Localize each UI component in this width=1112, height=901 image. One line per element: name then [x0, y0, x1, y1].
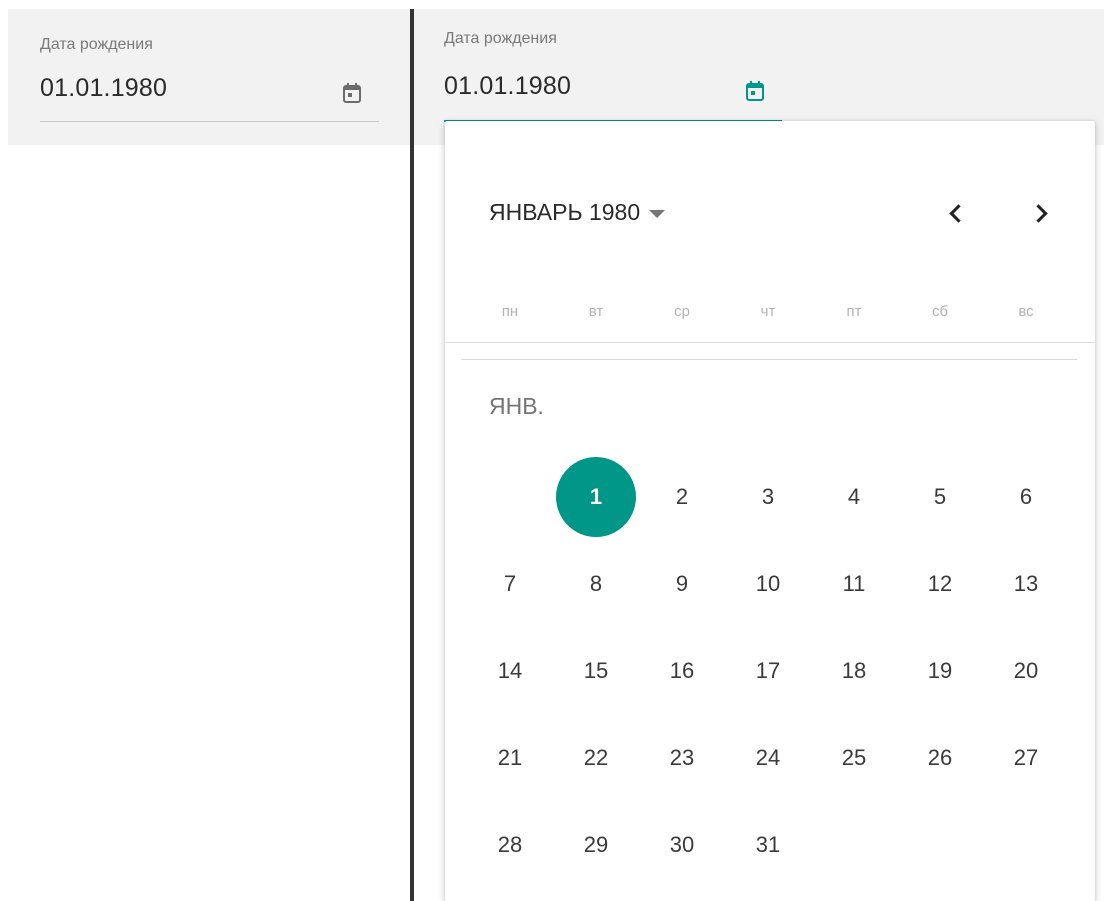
day-cell[interactable]: 6	[983, 453, 1069, 540]
day-cell[interactable]: 25	[811, 714, 897, 801]
field-underline	[40, 121, 379, 122]
day-cell[interactable]: 3	[725, 453, 811, 540]
day-cell[interactable]: 27	[983, 714, 1069, 801]
day-number[interactable]: 16	[642, 631, 722, 711]
day-cell[interactable]: 5	[897, 453, 983, 540]
day-number[interactable]: 17	[728, 631, 808, 711]
left-panel	[0, 0, 410, 901]
day-cell[interactable]: 14	[467, 627, 553, 714]
day-number[interactable]: 28	[470, 805, 550, 885]
day-cell[interactable]: 2	[639, 453, 725, 540]
day-cell[interactable]: 10	[725, 540, 811, 627]
days-grid: 1 2 3 4 5 6 7 8 9 10 11 12 13 14 15 16 17 18 19 20 21 22 23 24 2…	[467, 453, 1073, 888]
month-short-label: ЯНВ.	[489, 393, 544, 419]
day-cell[interactable]: 11	[811, 540, 897, 627]
weekday-header-row: пн вт ср чт пт сб вс	[467, 303, 1073, 320]
day-cell[interactable]: 17	[725, 627, 811, 714]
day-cell[interactable]: 20	[983, 627, 1069, 714]
chevron-right-icon	[1028, 203, 1048, 223]
day-number[interactable]: 25	[814, 718, 894, 798]
day-cell[interactable]: 30	[639, 801, 725, 888]
day-number[interactable]: 19	[900, 631, 980, 711]
day-cell[interactable]: 13	[983, 540, 1069, 627]
day-cell[interactable]: 22	[553, 714, 639, 801]
caret-down-icon	[649, 209, 666, 218]
day-number[interactable]: 29	[556, 805, 636, 885]
day-cell[interactable]: 24	[725, 714, 811, 801]
day-cell[interactable]: 23	[639, 714, 725, 801]
weekday-label: вс	[1018, 303, 1034, 320]
weekday-label: чт	[760, 303, 776, 320]
separator-line	[461, 359, 1077, 360]
day-cell[interactable]: 8	[553, 540, 639, 627]
day-cell[interactable]: 29	[553, 801, 639, 888]
weekday-label: сб	[931, 303, 949, 320]
day-number[interactable]: 6	[986, 457, 1066, 537]
day-number[interactable]: 2	[642, 457, 722, 537]
day-number[interactable]: 23	[642, 718, 722, 798]
day-number[interactable]: 9	[642, 544, 722, 624]
weekday-label: ср	[674, 303, 690, 320]
day-cell[interactable]: 4	[811, 453, 897, 540]
day-cell[interactable]: 18	[811, 627, 897, 714]
date-input[interactable]: 01.01.1980	[40, 74, 167, 103]
day-number[interactable]: 5	[900, 457, 980, 537]
calendar-icon[interactable]	[745, 80, 765, 102]
day-number[interactable]: 27	[986, 718, 1066, 798]
day-number[interactable]: 18	[814, 631, 894, 711]
weekday-label: пн	[501, 303, 519, 320]
date-input[interactable]: 01.01.1980	[444, 72, 571, 101]
day-cell[interactable]: 16	[639, 627, 725, 714]
day-cell[interactable]: 19	[897, 627, 983, 714]
day-number[interactable]: 30	[642, 805, 722, 885]
calendar-icon[interactable]	[342, 82, 362, 104]
weekday-label: пт	[846, 303, 862, 320]
day-cell[interactable]: 7	[467, 540, 553, 627]
field-label: Дата рождения	[444, 30, 557, 47]
day-number[interactable]: 15	[556, 631, 636, 711]
datepicker-header: ЯНВАРЬ 1980 пн вт ср чт пт сб вс	[445, 121, 1095, 343]
next-month-button[interactable]	[1021, 193, 1061, 233]
day-cell-selected[interactable]: 1	[553, 453, 639, 540]
day-number[interactable]: 24	[728, 718, 808, 798]
day-cell[interactable]: 21	[467, 714, 553, 801]
datepicker-body: ЯНВ. 1 2 3 4 5 6 7 8 9 10 11 12 13 14 15 16 17 18 19 20 21 22…	[445, 343, 1095, 901]
day-cell[interactable]: 9	[639, 540, 725, 627]
day-number[interactable]: 14	[470, 631, 550, 711]
day-number[interactable]: 10	[728, 544, 808, 624]
day-number[interactable]: 7	[470, 544, 550, 624]
weekday-label: вт	[588, 303, 604, 320]
empty-day-cell	[467, 453, 553, 540]
datepicker-popup: ЯНВАРЬ 1980 пн вт ср чт пт сб вс ЯНВ. 12…	[445, 121, 1095, 901]
day-number[interactable]: 22	[556, 718, 636, 798]
previous-month-button[interactable]	[935, 193, 975, 233]
day-number[interactable]: 8	[556, 544, 636, 624]
day-cell[interactable]: 31	[725, 801, 811, 888]
day-cell[interactable]: 12	[897, 540, 983, 627]
day-number[interactable]: 12	[900, 544, 980, 624]
day-cell[interactable]: 26	[897, 714, 983, 801]
day-number[interactable]: 31	[728, 805, 808, 885]
field-label: Дата рождения	[40, 36, 153, 53]
day-number[interactable]: 21	[470, 718, 550, 798]
day-number[interactable]: 20	[986, 631, 1066, 711]
day-cell[interactable]: 15	[553, 627, 639, 714]
chevron-left-icon	[948, 203, 968, 223]
day-number[interactable]: 11	[814, 544, 894, 624]
month-year-label: ЯНВАРЬ 1980	[489, 199, 641, 225]
day-number[interactable]: 1	[556, 456, 636, 537]
day-number[interactable]: 13	[986, 544, 1066, 624]
day-number[interactable]: 3	[728, 457, 808, 537]
month-year-select[interactable]: ЯНВАРЬ 1980	[489, 199, 666, 226]
day-cell[interactable]: 28	[467, 801, 553, 888]
day-number[interactable]: 4	[814, 457, 894, 537]
day-number[interactable]: 26	[900, 718, 980, 798]
